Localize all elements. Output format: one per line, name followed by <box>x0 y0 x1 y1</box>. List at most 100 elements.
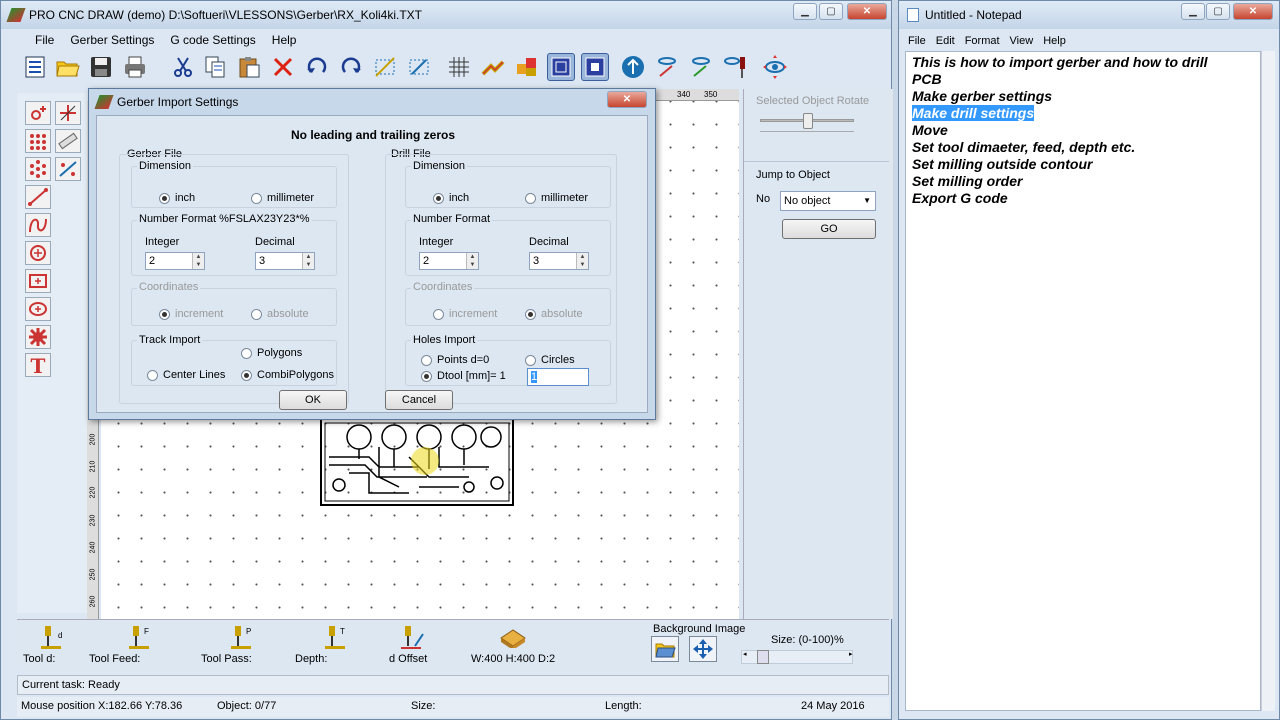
notepad-menu-format[interactable]: Format <box>960 31 1005 51</box>
object-select[interactable]: No object ▼ <box>780 191 876 211</box>
bg-open-button[interactable] <box>651 636 679 662</box>
notepad-menu-help[interactable]: Help <box>1038 31 1071 51</box>
tool-pass-icon[interactable]: P <box>229 624 253 650</box>
menu-gerber-settings[interactable]: Gerber Settings <box>62 30 162 50</box>
text-tool-icon[interactable]: T <box>25 353 51 377</box>
drill-dimension-label: Dimension <box>411 160 467 172</box>
notepad-close-button[interactable]: ✕ <box>1233 3 1273 20</box>
slider-right-arrow-icon[interactable]: ▸ <box>849 650 853 658</box>
gerber-mm-radio[interactable]: millimeter <box>251 192 314 204</box>
combi-polygons-radio[interactable]: CombiPolygons <box>241 369 334 381</box>
go-button[interactable]: GO <box>782 219 876 239</box>
list-icon[interactable] <box>21 53 49 81</box>
spinner-arrows-icon[interactable]: ▲ ▼ <box>576 253 588 269</box>
center-lines-radio[interactable]: Center Lines <box>147 369 225 381</box>
rect-tool-icon[interactable] <box>25 269 51 293</box>
background-image-label: Background Image <box>653 623 746 635</box>
notepad-menu-view[interactable]: View <box>1005 31 1039 51</box>
text-line: Set milling outside contour <box>912 156 1093 172</box>
gerber-absolute-radio[interactable]: absolute <box>251 308 309 320</box>
notepad-text-area[interactable]: This is how to import gerber and how to … <box>905 51 1261 711</box>
maximize-button[interactable]: ▢ <box>819 3 843 20</box>
circle-tool-icon[interactable] <box>25 241 51 265</box>
close-button[interactable]: ✕ <box>847 3 887 20</box>
gerber-inch-radio[interactable]: inch <box>159 192 195 204</box>
pcb-drawing <box>320 418 514 506</box>
drill-settings-icon[interactable] <box>55 157 81 181</box>
ruler-icon[interactable] <box>55 129 81 153</box>
gear-tool-icon[interactable] <box>25 325 51 349</box>
depth-icon[interactable]: T <box>323 624 347 650</box>
tool-path-icon[interactable] <box>653 53 681 81</box>
square-view-icon[interactable] <box>547 53 575 81</box>
line-tool-icon[interactable] <box>25 185 51 209</box>
spinner-arrows-icon[interactable]: ▲ ▼ <box>466 253 478 269</box>
square-view-2-icon[interactable] <box>581 53 609 81</box>
eye-target-icon[interactable] <box>761 53 789 81</box>
drill-decimal-spinner[interactable]: 3 ▲ ▼ <box>529 252 589 270</box>
drill-bit-icon[interactable] <box>721 53 749 81</box>
drill-absolute-radio[interactable]: absolute <box>525 308 583 320</box>
curve-tool-icon[interactable] <box>25 213 51 237</box>
tool-d-icon[interactable]: d <box>39 624 63 650</box>
minimize-button[interactable]: ▁ <box>793 3 817 20</box>
drill-mm-radio[interactable]: millimeter <box>525 192 588 204</box>
dialog-close-button[interactable]: ✕ <box>607 91 647 108</box>
material-block-icon[interactable] <box>499 626 527 650</box>
rotate-slider-thumb[interactable] <box>803 113 813 129</box>
points-radio[interactable]: Points d=0 <box>421 354 489 366</box>
select-area-icon[interactable] <box>371 53 399 81</box>
blocks-icon[interactable] <box>513 53 541 81</box>
ruler-tick-label: 340 <box>677 90 691 99</box>
canvas-scrollbar[interactable] <box>889 89 893 619</box>
radio-dot <box>147 369 158 381</box>
dtool-input[interactable]: 1 <box>527 368 589 386</box>
notepad-scrollbar[interactable] <box>1261 51 1275 711</box>
menu-file[interactable]: File <box>27 30 62 50</box>
mirror-icon[interactable] <box>619 53 647 81</box>
drill-integer-spinner[interactable]: 2 ▲ ▼ <box>419 252 479 270</box>
tool-path-2-icon[interactable] <box>687 53 715 81</box>
spinner-arrows-icon[interactable]: ▲ ▼ <box>192 253 204 269</box>
menu-help[interactable]: Help <box>264 30 305 50</box>
cut-icon[interactable] <box>169 53 197 81</box>
ellipse-tool-icon[interactable] <box>25 297 51 321</box>
drill-increment-radio[interactable]: increment <box>433 308 497 320</box>
size-percent-label: Size: (0-100)% <box>771 634 844 646</box>
crosshair-icon[interactable] <box>55 101 81 125</box>
grid-icon[interactable] <box>445 53 473 81</box>
paste-icon[interactable] <box>235 53 263 81</box>
undo-icon[interactable] <box>303 53 331 81</box>
redo-icon[interactable] <box>337 53 365 81</box>
spinner-arrows-icon[interactable]: ▲ ▼ <box>302 253 314 269</box>
zoom-area-icon[interactable] <box>405 53 433 81</box>
add-point-icon[interactable] <box>25 101 51 125</box>
tool-feed-icon[interactable]: F <box>127 624 151 650</box>
bg-move-button[interactable] <box>689 636 717 662</box>
open-folder-icon[interactable] <box>53 53 81 81</box>
delete-icon[interactable] <box>269 53 297 81</box>
copy-icon[interactable] <box>201 53 229 81</box>
gerber-integer-spinner[interactable]: 2 ▲ ▼ <box>145 252 205 270</box>
gerber-increment-radio[interactable]: increment <box>159 308 223 320</box>
d-offset-icon[interactable] <box>399 624 427 650</box>
connect-icon[interactable] <box>479 53 507 81</box>
notepad-menu-file[interactable]: File <box>903 31 931 51</box>
size-slider-thumb[interactable] <box>757 650 769 664</box>
menu-gcode-settings[interactable]: G code Settings <box>162 30 263 50</box>
notepad-menu-edit[interactable]: Edit <box>931 31 960 51</box>
slider-left-arrow-icon[interactable]: ◂ <box>743 650 747 658</box>
print-icon[interactable] <box>121 53 149 81</box>
notepad-maximize-button[interactable]: ▢ <box>1206 3 1230 20</box>
polygons-radio[interactable]: Polygons <box>241 347 302 359</box>
gerber-decimal-spinner[interactable]: 3 ▲ ▼ <box>255 252 315 270</box>
dots-icon[interactable] <box>25 129 51 153</box>
save-icon[interactable] <box>87 53 115 81</box>
drill-inch-radio[interactable]: inch <box>433 192 469 204</box>
ok-button[interactable]: OK <box>279 390 347 410</box>
dots-circle-icon[interactable] <box>25 157 51 181</box>
circles-radio[interactable]: Circles <box>525 354 575 366</box>
cancel-button[interactable]: Cancel <box>385 390 453 410</box>
dtool-radio[interactable]: Dtool [mm]= 1 <box>421 370 506 382</box>
notepad-minimize-button[interactable]: ▁ <box>1181 3 1205 20</box>
